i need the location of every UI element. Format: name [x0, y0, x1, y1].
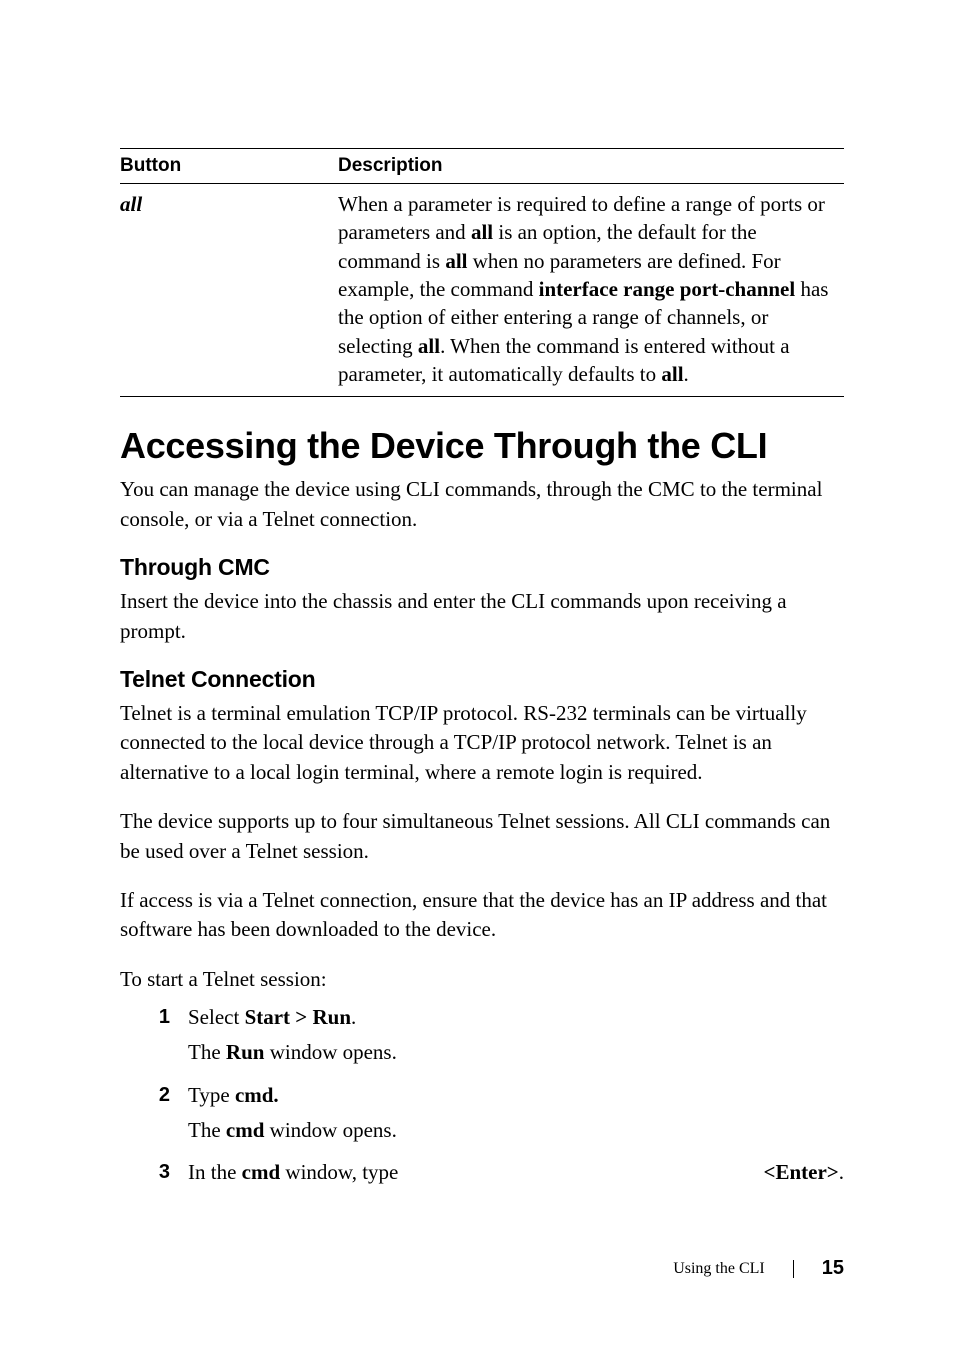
paragraph: To start a Telnet session:: [120, 965, 844, 994]
table-row: all When a parameter is required to defi…: [120, 184, 844, 397]
footer-page-number: 15: [822, 1257, 844, 1280]
paragraph: Telnet is a terminal emulation TCP/IP pr…: [120, 699, 844, 787]
text-fragment: Type: [188, 1083, 235, 1107]
text-bold: cmd: [242, 1160, 281, 1184]
desc-text: .: [684, 362, 689, 386]
step-right: <Enter>.: [763, 1157, 844, 1187]
desc-bold: all: [661, 362, 683, 386]
steps-list: 1 Select Start > Run.: [120, 1002, 844, 1033]
step-number: 2: [120, 1080, 188, 1111]
page: Button Description all When a parameter …: [0, 0, 954, 1352]
text-fragment: window opens.: [264, 1040, 396, 1064]
step-text: Select Start > Run.: [188, 1002, 844, 1032]
step-subtext: The Run window opens.: [188, 1037, 844, 1067]
step-subtext: The cmd window opens.: [188, 1115, 844, 1145]
text-fragment: The: [188, 1118, 226, 1142]
step-text: In the cmd window, type <Enter>.: [188, 1157, 844, 1187]
table-header-description: Description: [338, 149, 844, 184]
text-fragment: In the: [188, 1160, 242, 1184]
steps-list: 2 Type cmd.: [120, 1080, 844, 1111]
text-fragment: window opens.: [264, 1118, 396, 1142]
footer-section: Using the CLI: [673, 1260, 765, 1278]
page-title: Accessing the Device Through the CLI: [120, 425, 844, 467]
desc-bold: interface range port-channel: [539, 277, 796, 301]
steps-list: 3 In the cmd window, type <Enter>.: [120, 1157, 844, 1188]
desc-bold: all: [445, 249, 467, 273]
list-item: 1 Select Start > Run.: [120, 1002, 844, 1033]
step-number: 1: [120, 1002, 188, 1033]
footer-divider: [793, 1260, 794, 1278]
step-number: 3: [120, 1157, 188, 1188]
intro-paragraph: You can manage the device using CLI comm…: [120, 475, 844, 534]
table-cell-description: When a parameter is required to define a…: [338, 184, 844, 397]
paragraph: If access is via a Telnet connection, en…: [120, 886, 844, 945]
text-fragment: window, type: [280, 1160, 398, 1184]
section-heading-cmc: Through CMC: [120, 554, 844, 581]
text-bold: cmd: [226, 1118, 265, 1142]
text-fragment: Select: [188, 1005, 245, 1029]
text-fragment: .: [351, 1005, 356, 1029]
section-heading-telnet: Telnet Connection: [120, 666, 844, 693]
table-cell-button: all: [120, 184, 338, 397]
step-text: Type cmd.: [188, 1080, 844, 1110]
list-item: 2 Type cmd.: [120, 1080, 844, 1111]
table-header-row: Button Description: [120, 149, 844, 184]
text-fragment: .: [839, 1160, 844, 1184]
text-bold: <Enter>: [763, 1160, 838, 1184]
desc-bold: all: [471, 220, 493, 244]
paragraph: The device supports up to four simultane…: [120, 807, 844, 866]
parameter-table: Button Description all When a parameter …: [120, 148, 844, 397]
text-fragment: The: [188, 1040, 226, 1064]
text-bold: Start > Run: [245, 1005, 351, 1029]
table-header-button: Button: [120, 149, 338, 184]
desc-bold: all: [418, 334, 440, 358]
text-bold: cmd.: [235, 1083, 279, 1107]
paragraph: Insert the device into the chassis and e…: [120, 587, 844, 646]
list-item: 3 In the cmd window, type <Enter>.: [120, 1157, 844, 1188]
step-left: In the cmd window, type: [188, 1157, 398, 1187]
page-footer: Using the CLI 15: [673, 1257, 844, 1280]
text-bold: Run: [226, 1040, 265, 1064]
